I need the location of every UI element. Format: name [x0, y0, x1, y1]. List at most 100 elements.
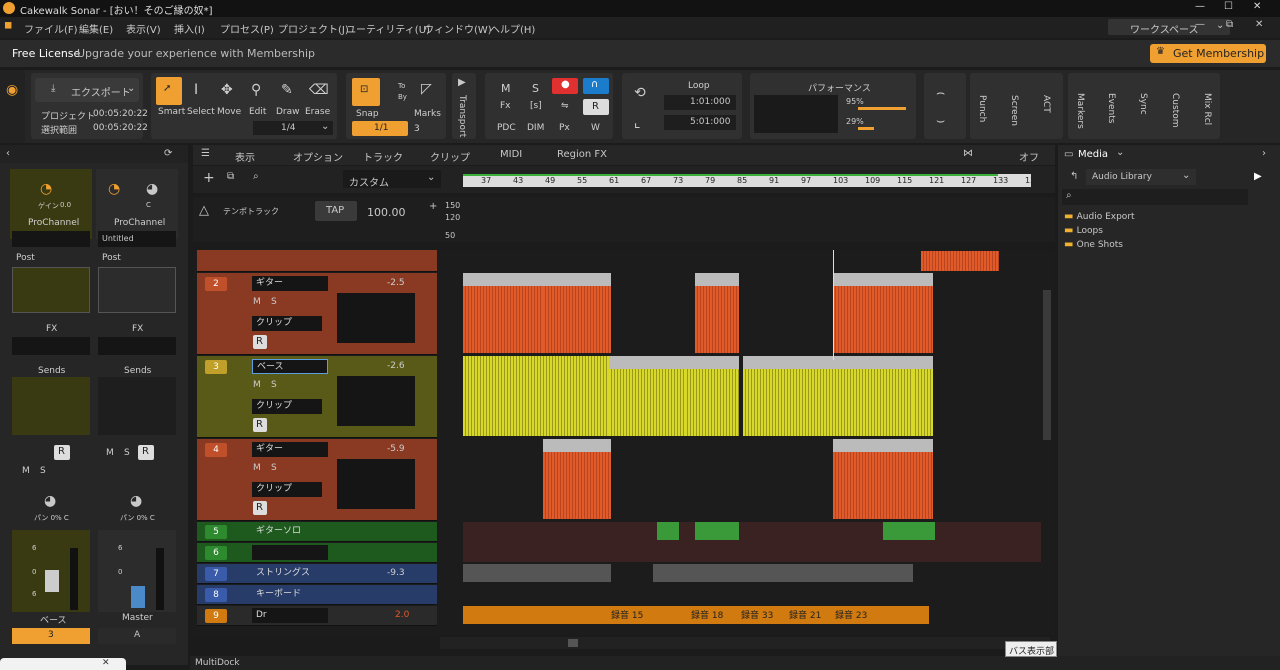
vertical-scrollbar[interactable]: [1043, 290, 1051, 440]
master-fader-handle[interactable]: [131, 586, 145, 608]
chevron-down-icon[interactable]: ⌄: [1116, 147, 1124, 158]
view-mode-icon[interactable]: ⋈: [963, 148, 973, 159]
play-icon[interactable]: ▶: [458, 77, 466, 88]
audio-clip[interactable]: 録音 110: [695, 273, 739, 353]
track-5[interactable]: 5 ギターソロ: [197, 522, 437, 542]
gain-knob-icon[interactable]: ◔: [40, 181, 52, 197]
audio-clip[interactable]: 録音 20: [543, 439, 611, 519]
track-2[interactable]: 2 ギター -2.5 M S クリップ R: [197, 273, 437, 355]
track-name[interactable]: ギター: [252, 276, 328, 291]
menu-clip[interactable]: クリップ: [430, 149, 470, 164]
restore-doc-icon[interactable]: ⧉: [1226, 19, 1233, 30]
clip-selector[interactable]: クリップ: [252, 482, 322, 497]
menu-track[interactable]: トラック: [363, 149, 403, 164]
marks-icon[interactable]: ◸: [421, 81, 432, 97]
select-tool-icon[interactable]: I: [194, 82, 198, 98]
close-doc-icon[interactable]: ✕: [1255, 19, 1263, 30]
snap-to-label[interactable]: To: [398, 82, 405, 90]
view-bottom-icon[interactable]: ⌣: [936, 113, 945, 129]
px-button[interactable]: Px: [559, 123, 570, 133]
audio-clip[interactable]: [463, 356, 609, 436]
menu-utility[interactable]: ユーティリティ(U): [346, 21, 430, 36]
audio-clip[interactable]: 録音 130: [833, 439, 933, 519]
audio-clip[interactable]: [921, 251, 999, 271]
solo-button[interactable]: S: [271, 463, 277, 473]
horizontal-scrollbar[interactable]: [440, 637, 1050, 649]
drum-clip[interactable]: 録音 23: [833, 606, 929, 624]
track-9[interactable]: 9 Dr 2.0: [197, 606, 437, 626]
menu-options[interactable]: オプション: [293, 149, 343, 164]
sync-label[interactable]: Sync: [1138, 93, 1148, 115]
audio-clip[interactable]: 録音: [913, 356, 933, 436]
drum-clip[interactable]: 録音 15: [609, 606, 689, 624]
browser-next-icon[interactable]: ›: [1262, 148, 1266, 159]
export-button[interactable]: ⤓ エクスポート ⌄: [35, 78, 139, 102]
master-sends-area[interactable]: [98, 377, 176, 435]
smart-tool-button[interactable]: ➚: [156, 77, 182, 105]
menu-view-tracks[interactable]: 表示: [235, 149, 255, 164]
drum-clip[interactable]: [463, 606, 609, 624]
drum-clip[interactable]: 録音 18: [689, 606, 739, 624]
track-volume[interactable]: -2.5: [387, 278, 405, 288]
master-pan-knob-icon[interactable]: ◕: [146, 181, 158, 197]
solo-button[interactable]: S: [271, 297, 277, 307]
workspace-dropdown[interactable]: ワークスペース ⌄: [1108, 19, 1230, 36]
audio-clip[interactable]: 録音 16, テイク1: [743, 356, 827, 436]
maximize-icon[interactable]: ☐: [1224, 1, 1233, 12]
read-button[interactable]: R: [253, 501, 267, 515]
project-radio-label[interactable]: プロジェクト: [41, 109, 95, 122]
scroll-thumb[interactable]: [568, 639, 578, 647]
eq-graph[interactable]: [12, 267, 90, 313]
track-name[interactable]: ギターソロ: [252, 524, 328, 539]
loop-end-field[interactable]: 5:01:000: [664, 115, 736, 130]
audio-clip[interactable]: 録音 18: [543, 273, 611, 353]
drum-clip[interactable]: 録音 33: [739, 606, 787, 624]
master-pan-knob-icon-2[interactable]: ◕: [130, 493, 142, 509]
master-mute-button[interactable]: M: [106, 448, 114, 458]
close-icon[interactable]: ✕: [1253, 1, 1261, 12]
mix-recall-label[interactable]: Mix Rcl: [1202, 93, 1212, 125]
track-name[interactable]: [252, 545, 328, 560]
audio-clip[interactable]: 録音 15: [685, 356, 739, 436]
track-preset-dropdown[interactable]: カスタム ⌄: [343, 170, 441, 189]
draw-tool-icon[interactable]: ✎: [281, 82, 293, 98]
audio-clip[interactable]: 録音 18: [511, 273, 543, 353]
track-volume[interactable]: -5.9: [387, 444, 405, 454]
snap-value-dropdown[interactable]: 1/1: [352, 121, 408, 136]
minimize-icon[interactable]: —: [1195, 1, 1205, 12]
snap-by-label[interactable]: By: [398, 93, 407, 101]
media-tab[interactable]: Media: [1078, 149, 1108, 160]
events-label[interactable]: Events: [1106, 93, 1116, 123]
preview-play-icon[interactable]: ▶: [1254, 171, 1262, 182]
mute-button[interactable]: M: [253, 380, 261, 390]
metronome-icon[interactable]: △: [199, 203, 209, 218]
tempo-value[interactable]: 100.00: [367, 206, 406, 219]
audio-clip[interactable]: 録音 9: [609, 356, 685, 436]
loop-start-field[interactable]: 1:01:000: [664, 95, 736, 110]
track-4[interactable]: 4 ギター -5.9 M S クリップ R: [197, 439, 437, 521]
track-name[interactable]: ベース: [252, 359, 328, 374]
mute-button[interactable]: M: [253, 463, 261, 473]
dim-button[interactable]: DIM: [527, 123, 544, 133]
track-name[interactable]: キーボード: [252, 587, 328, 602]
menu-window[interactable]: ウィンドウ(W): [424, 21, 492, 36]
now-time-cursor[interactable]: [833, 250, 834, 360]
mute-all-button[interactable]: M: [501, 82, 511, 95]
menu-file[interactable]: ファイル(F): [24, 21, 78, 36]
custom-label[interactable]: Custom: [1170, 93, 1180, 127]
pan-knob-icon[interactable]: ◕: [44, 493, 56, 509]
track-filter-icon[interactable]: ⌕: [253, 171, 259, 182]
fx-bin[interactable]: [337, 376, 415, 426]
edit-tool-icon[interactable]: ⚲: [251, 82, 261, 98]
sends-area[interactable]: [12, 377, 90, 435]
midi-clip[interactable]: [463, 564, 611, 582]
erase-tool-icon[interactable]: ⌫: [309, 82, 329, 98]
close-icon[interactable]: ✕: [102, 658, 110, 668]
minimize-doc-icon[interactable]: —: [1195, 19, 1205, 30]
master-gain-knob-icon[interactable]: ◔: [108, 181, 120, 197]
tempo-add-icon[interactable]: +: [429, 201, 437, 212]
master-fx-bin[interactable]: [98, 337, 176, 355]
selection-radio-label[interactable]: 選択範囲: [41, 123, 77, 136]
audio-clip[interactable]: 録音 18: [827, 356, 913, 436]
audio-clip[interactable]: 録音 12: [463, 273, 511, 353]
